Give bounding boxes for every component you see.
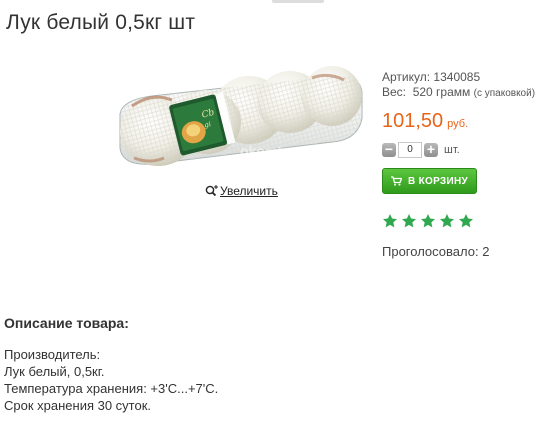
description-text: Производитель: Лук белый, 0,5кг. Температу… [4, 346, 218, 414]
zoom-link[interactable]: Увеличить [205, 184, 278, 198]
product-title: Лук белый 0,5кг шт [6, 11, 196, 34]
weight-label: Вес: [382, 85, 407, 99]
add-to-cart-button[interactable]: В КОРЗИНУ [382, 168, 477, 194]
price-currency: руб. [447, 118, 469, 130]
quantity-input[interactable] [398, 142, 422, 158]
zoom-label[interactable]: Увеличить [220, 184, 278, 198]
star-icon[interactable] [458, 213, 474, 229]
votes-count: Проголосовало: 2 [382, 244, 490, 259]
description-line: Лук белый, 0,5кг. [4, 364, 105, 379]
description-line: Производитель: [4, 347, 101, 362]
weight-value: 520 грамм [412, 85, 471, 99]
description-line: Срок хранения 30 суток. [4, 398, 152, 413]
quantity-minus-button[interactable]: − [382, 142, 396, 157]
image-watermark: okomt [240, 143, 282, 159]
rating-stars [382, 213, 552, 229]
product-image[interactable]: Cb gi okomt [112, 62, 366, 170]
quantity-plus-button[interactable]: + [424, 142, 438, 157]
price-row: 101,50 руб. [382, 110, 552, 133]
star-icon[interactable] [401, 213, 417, 229]
article-line: Артикул: 1340085 [382, 70, 552, 85]
star-icon[interactable] [420, 213, 436, 229]
price-value: 101,50 [382, 110, 444, 132]
description-line: Температура хранения: +3'С...+7'С. [4, 381, 219, 396]
cart-icon [390, 176, 402, 186]
star-icon[interactable] [382, 213, 398, 229]
product-info: Артикул: 1340085 Вес: 520 грамм (с упако… [382, 70, 552, 259]
description-heading: Описание товара: [4, 315, 129, 331]
product-page: Лук белый 0,5кг шт Cb gi okomt Увеличить… [0, 0, 554, 442]
top-scroll-tab[interactable] [272, 0, 324, 3]
weight-line: Вес: 520 грамм (с упаковкой) [382, 85, 552, 101]
star-icon[interactable] [439, 213, 455, 229]
add-to-cart-label: В КОРЗИНУ [407, 175, 468, 187]
zoom-icon [205, 185, 218, 197]
quantity-unit: шт. [444, 144, 460, 156]
quantity-stepper: − + шт. [382, 141, 552, 159]
article-value: 1340085 [433, 70, 481, 84]
weight-note: (с упаковкой) [473, 88, 536, 99]
article-label: Артикул: [382, 70, 431, 84]
